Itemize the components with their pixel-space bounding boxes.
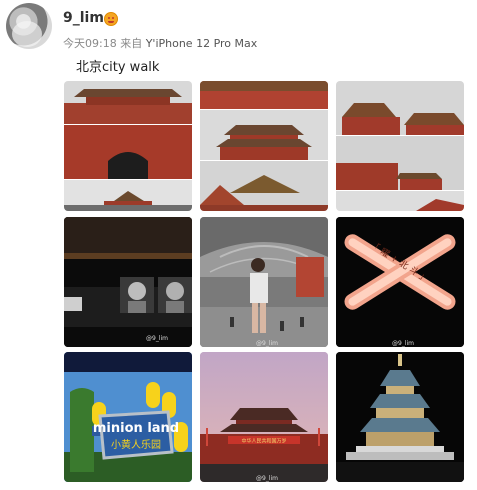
post-meta: 今天09:18 来自 Y'iPhone 12 Pro Max <box>63 35 257 51</box>
watermark-6: @9_lim <box>392 340 414 347</box>
vip-badge-icon <box>104 12 118 26</box>
photo-1[interactable] <box>64 81 192 211</box>
photo-4[interactable]: @9_lim <box>64 217 192 347</box>
photo-5[interactable]: @9_lim <box>200 217 328 347</box>
watermark-5: @9_lim <box>256 340 278 347</box>
post-time[interactable]: 今天09:18 <box>63 37 117 50</box>
photo-3[interactable] <box>336 81 464 211</box>
photo-9[interactable] <box>336 352 464 482</box>
watermark-8: @9_lim <box>256 475 278 482</box>
photo-7[interactable]: minion land 小黄人乐园 <box>64 352 192 482</box>
minion-sign-subtitle: 小黄人乐园 <box>111 438 161 451</box>
post-text: 北京city walk <box>63 56 160 125</box>
photo-6[interactable]: 「 曜 + 北 斗 」 @9_lim <box>336 217 464 347</box>
minion-sign-title: minion land <box>93 421 179 436</box>
post-text-content: 北京city walk <box>76 60 160 75</box>
photo-8[interactable]: 中华人民共和国万岁 @9_lim <box>200 352 328 482</box>
tiananmen-banner: 中华人民共和国万岁 <box>241 438 286 445</box>
username[interactable]: 9_lim <box>63 10 104 26</box>
post-source[interactable]: Y'iPhone 12 Pro Max <box>146 37 258 50</box>
avatar[interactable] <box>6 3 52 49</box>
watermark-4: @9_lim <box>146 335 168 342</box>
photo-2[interactable] <box>200 81 328 211</box>
source-prefix: 来自 <box>120 37 143 50</box>
